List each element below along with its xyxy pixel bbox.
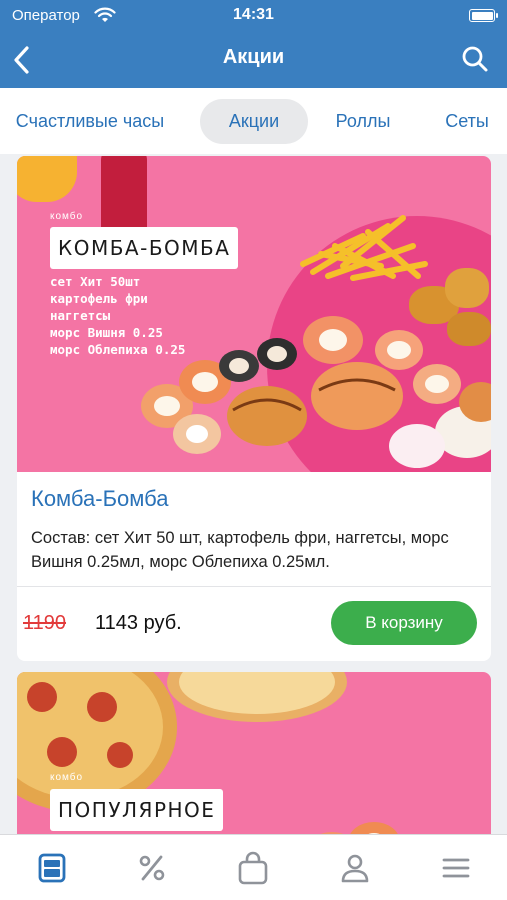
combo-item: морс Облепиха 0.25 bbox=[50, 342, 186, 357]
menu-card-icon[interactable] bbox=[35, 851, 69, 885]
add-to-cart-button[interactable]: В корзину bbox=[331, 601, 477, 645]
fries-image bbox=[300, 215, 428, 281]
tab-promotions[interactable]: Акции bbox=[200, 99, 308, 144]
page-title: Акции bbox=[222, 46, 285, 68]
tab-happy-hours[interactable]: Счастливые часы bbox=[0, 99, 180, 144]
search-icon[interactable] bbox=[461, 45, 489, 73]
combo-label: комбо bbox=[50, 211, 84, 222]
nugget-image bbox=[445, 268, 489, 308]
old-price: 1190 bbox=[23, 612, 67, 634]
bottom-tab-bar bbox=[0, 834, 507, 900]
product-title[interactable]: Комба-Бомба bbox=[31, 486, 477, 512]
percent-icon[interactable] bbox=[135, 851, 169, 885]
tab-rolls[interactable]: Роллы bbox=[321, 99, 405, 144]
card-body: Комба-Бомба Состав: сет Хит 50 шт, карто… bbox=[17, 472, 491, 574]
nav-bar: Акции bbox=[0, 32, 507, 88]
new-price: 1143 руб. bbox=[95, 612, 182, 634]
promo-banner-image[interactable]: комбо КОМБА-БОМБА сет Хит 50шт картофель… bbox=[17, 156, 491, 472]
profile-icon[interactable] bbox=[338, 851, 372, 885]
combo-item: картофель фри bbox=[50, 291, 148, 306]
combo-items: сет Хит 50шт картофель фри наггетсы морс… bbox=[50, 273, 250, 358]
category-tabs: Счастливые часы Акции Роллы Сеты bbox=[0, 88, 507, 154]
combo-label: комбо bbox=[50, 772, 84, 783]
top-bar: Оператор 14:31 Акции bbox=[0, 0, 507, 88]
price-row: 1190 1143 руб. В корзину bbox=[17, 587, 491, 661]
combo-item: морс Вишня 0.25 bbox=[50, 325, 163, 340]
product-description: Состав: сет Хит 50 шт, картофель фри, на… bbox=[31, 529, 449, 571]
drink-image bbox=[17, 156, 77, 202]
clock: 14:31 bbox=[233, 6, 274, 23]
battery-icon bbox=[469, 9, 498, 22]
combo-tag: ПОПУЛЯРНОЕ bbox=[50, 789, 224, 831]
hamburger-menu-icon[interactable] bbox=[439, 851, 473, 885]
promo-card[interactable]: комбо КОМБА-БОМБА сет Хит 50шт картофель… bbox=[17, 156, 491, 661]
combo-item: наггетсы bbox=[50, 308, 111, 323]
pizza-image bbox=[167, 672, 347, 722]
status-bar: Оператор 14:31 bbox=[0, 0, 507, 32]
shopping-bag-icon[interactable] bbox=[236, 851, 270, 885]
tab-sets[interactable]: Сеты bbox=[432, 99, 502, 144]
combo-item: сет Хит 50шт bbox=[50, 274, 141, 289]
combo-tag: КОМБА-БОМБА bbox=[50, 227, 239, 269]
